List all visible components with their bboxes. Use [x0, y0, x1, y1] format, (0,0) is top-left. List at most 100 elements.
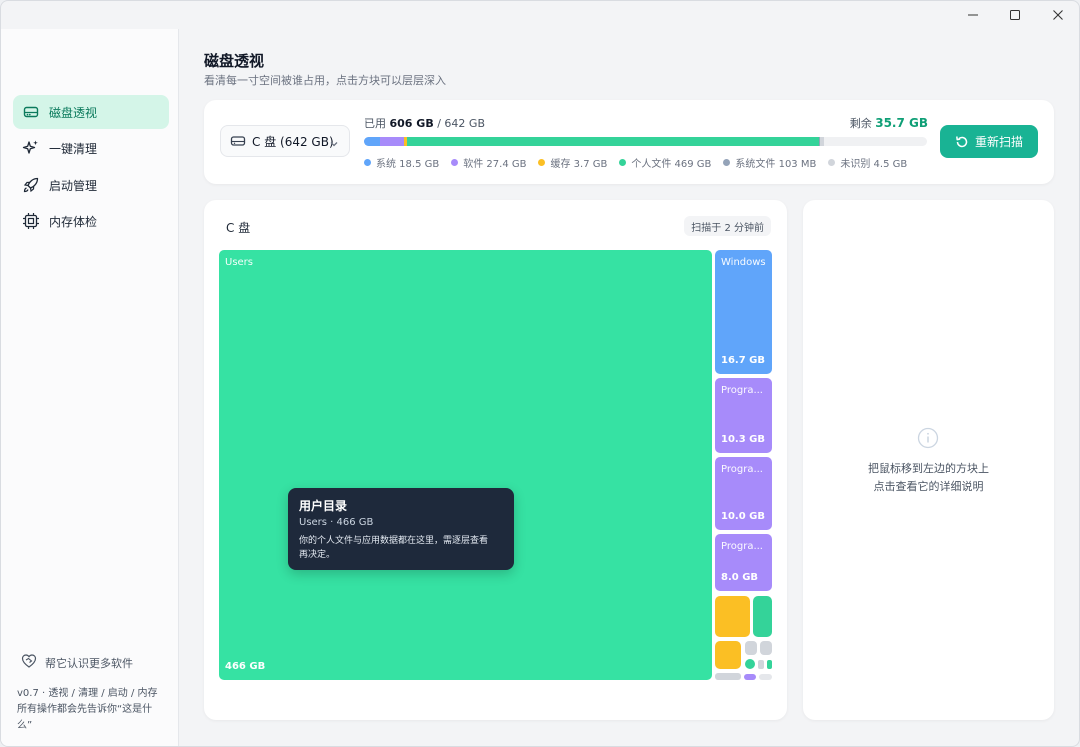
treemap-tile-program-data[interactable]: Progra... 8.0 GB: [715, 534, 772, 591]
tile-size: 10.3 GB: [721, 434, 765, 445]
minimize-button[interactable]: [952, 1, 994, 29]
sidebar-item-clean[interactable]: 一键清理: [13, 131, 169, 165]
tile-name: Progra...: [721, 541, 763, 552]
chevron-down-icon: [329, 137, 339, 151]
usage-bar-segment: [819, 137, 824, 146]
usage-legend: 系统 18.5 GB 软件 27.4 GB 缓存 3.7 GB 个人文件 469 GB…: [364, 155, 919, 170]
legend-item: 缓存 3.7 GB: [538, 155, 607, 170]
detail-hint-line: 把鼠标移到左边的方块上: [868, 462, 989, 475]
legend-item: 软件 27.4 GB: [451, 155, 526, 170]
treemap-tile-small[interactable]: [715, 641, 741, 669]
treemap-tile-small[interactable]: [745, 659, 755, 669]
sidebar-item-startup[interactable]: 启动管理: [13, 168, 169, 202]
scan-time-badge: 扫描于 2 分钟前: [684, 216, 771, 236]
legend-label: 软件 27.4 GB: [463, 159, 527, 170]
drive-select[interactable]: C 盘 (642 GB): [220, 125, 350, 157]
sparkle-icon: [22, 139, 40, 157]
info-icon: [917, 427, 939, 453]
treemap-tile-small[interactable]: [767, 660, 772, 669]
treemap-tile-program-files-1[interactable]: Progra... 10.3 GB: [715, 378, 772, 453]
help-recognize-label: 帮它认识更多软件: [45, 656, 133, 670]
remain-text: 剩余 35.7 GB: [850, 115, 928, 131]
version-info: v0.7 · 透视 / 清理 / 启动 / 内存 所有操作都会先告诉你“这是什么…: [17, 686, 167, 734]
version-line: v0.7 · 透视 / 清理 / 启动 / 内存: [17, 688, 158, 699]
treemap-tile-users[interactable]: Users 466 GB: [219, 250, 712, 680]
legend-label: 未识别 4.5 GB: [840, 159, 908, 170]
used-value: 606 GB: [389, 117, 434, 130]
usage-bar: [364, 137, 927, 146]
used-label: 已用: [364, 117, 386, 130]
treemap-tile-small[interactable]: [744, 674, 756, 680]
close-button[interactable]: [1037, 1, 1079, 29]
page-subtitle: 看清每一寸空间被谁占用，点击方块可以层层深入: [204, 74, 446, 87]
treemap-tile-small[interactable]: [715, 596, 750, 637]
sidebar-item-memory[interactable]: 内存体检: [13, 204, 169, 238]
rescan-button[interactable]: 重新扫描: [940, 125, 1038, 158]
tile-tooltip: 用户目录 Users · 466 GB 你的个人文件与应用数据都在这里，需逐层查…: [288, 488, 514, 570]
sidebar-item-label: 内存体检: [49, 214, 98, 229]
legend-label: 系统 18.5 GB: [376, 159, 440, 170]
app-window: 磁盘透视 一键清理 启动管理 内存体检 帮它认识更多软件 v0.7 · 透视 /…: [0, 0, 1080, 747]
treemap-tile-small[interactable]: [753, 596, 772, 637]
help-recognize-link[interactable]: 帮它认识更多软件: [21, 653, 133, 672]
tile-name: Progra...: [721, 385, 763, 396]
tile-size: 8.0 GB: [721, 572, 759, 583]
tile-name: Progra...: [721, 464, 763, 475]
treemap-title: C 盘: [226, 221, 251, 235]
legend-dot: [723, 159, 731, 166]
legend-label: 系统文件 103 MB: [735, 159, 817, 170]
sidebar: 磁盘透视 一键清理 启动管理 内存体检 帮它认识更多软件 v0.7 · 透视 /…: [1, 29, 179, 746]
usage-bar-segment: [380, 137, 405, 146]
page-title: 磁盘透视: [204, 52, 265, 70]
legend-dot: [538, 159, 546, 166]
usage-card: C 盘 (642 GB) 已用 606 GB / 642 GB 剩余 35.7 …: [204, 100, 1054, 184]
treemap-tile-small[interactable]: [759, 674, 772, 680]
legend-item: 系统 18.5 GB: [364, 155, 439, 170]
detail-hint-line: 点击查看它的详细说明: [873, 480, 984, 493]
total-value: 642 GB: [444, 117, 485, 130]
treemap-tile-small[interactable]: [758, 660, 764, 669]
treemap-tile-windows[interactable]: Windows 16.7 GB: [715, 250, 772, 374]
treemap-tile-small[interactable]: [760, 641, 772, 655]
legend-item: 个人文件 469 GB: [619, 155, 711, 170]
chip-icon: [22, 212, 40, 230]
treemap-tile-small[interactable]: [745, 641, 757, 655]
maximize-button[interactable]: [994, 1, 1036, 29]
legend-dot: [451, 159, 459, 166]
sidebar-item-disk-view[interactable]: 磁盘透视: [13, 95, 169, 129]
tile-size: 10.0 GB: [721, 511, 765, 522]
drive-icon: [22, 103, 40, 121]
tile-name: Users: [225, 257, 254, 268]
tooltip-desc-line: 你的个人文件与应用数据都在这里，需逐层查看: [299, 536, 489, 546]
heart-handshake-icon: [21, 653, 37, 672]
tooltip-desc-line: 再决定。: [299, 550, 336, 560]
tile-size: 16.7 GB: [721, 355, 765, 366]
minimize-icon: [968, 14, 978, 16]
drive-select-value: C 盘 (642 GB): [252, 134, 334, 149]
tile-size: 466 GB: [225, 661, 266, 672]
sidebar-item-label: 磁盘透视: [49, 105, 98, 120]
treemap-tile-program-files-2[interactable]: Progra... 10.0 GB: [715, 457, 772, 530]
tooltip-description: 你的个人文件与应用数据都在这里，需逐层查看 再决定。: [299, 534, 503, 562]
detail-hint: 把鼠标移到左边的方块上 点击查看它的详细说明: [803, 460, 1054, 496]
sidebar-item-label: 启动管理: [49, 178, 98, 193]
usage-bar-segment: [364, 137, 381, 146]
detail-panel: 把鼠标移到左边的方块上 点击查看它的详细说明: [803, 200, 1054, 720]
sidebar-item-label: 一键清理: [49, 141, 98, 156]
total-separator: /: [433, 117, 445, 130]
version-note: 所有操作都会先告诉你“这是什么”: [17, 704, 153, 731]
treemap-tile-small[interactable]: [715, 673, 741, 680]
legend-item: 未识别 4.5 GB: [828, 155, 907, 170]
remain-label: 剩余: [849, 117, 872, 130]
tooltip-title: 用户目录: [299, 499, 348, 513]
rescan-label: 重新扫描: [974, 135, 1023, 149]
refresh-icon: [955, 135, 969, 149]
maximize-icon: [1010, 10, 1020, 20]
close-icon: [1053, 10, 1063, 20]
legend-dot: [828, 159, 836, 166]
used-text: 已用 606 GB / 642 GB: [364, 115, 485, 131]
drive-icon: [230, 133, 246, 149]
rocket-icon: [22, 176, 40, 194]
legend-dot: [364, 159, 371, 166]
remain-value: 35.7 GB: [875, 116, 928, 130]
